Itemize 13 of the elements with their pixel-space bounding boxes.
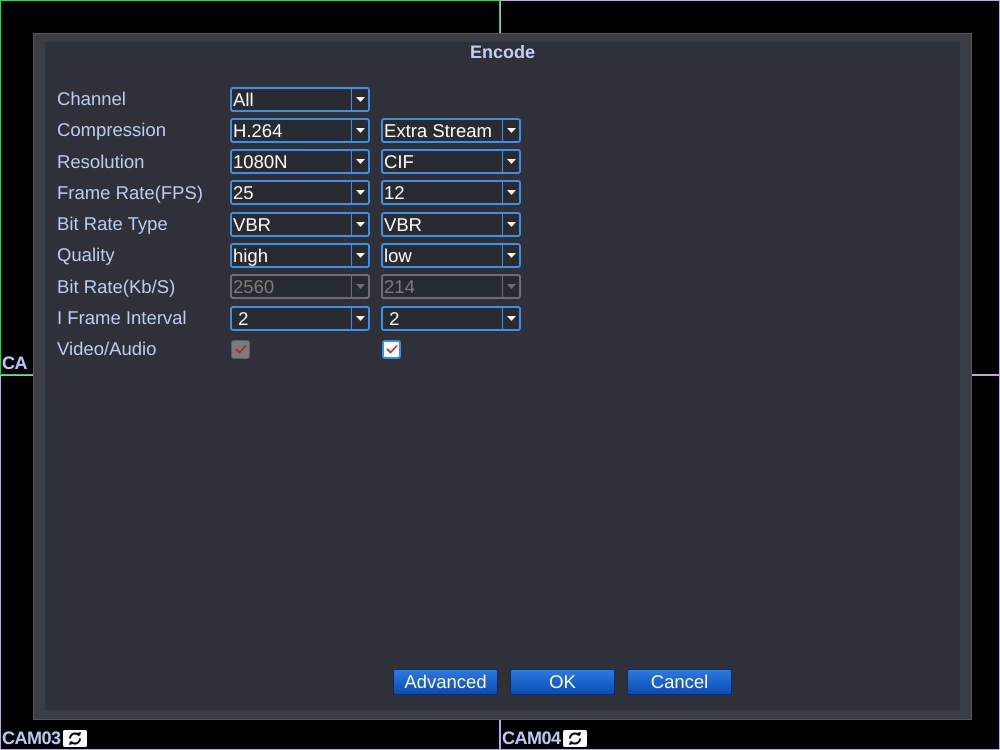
camera-label: CAM04 xyxy=(502,728,561,748)
camera-label: CA xyxy=(2,353,27,373)
field-label: Bit Rate(Kb/S) xyxy=(57,276,176,298)
camera-label: CAM03 xyxy=(2,728,61,748)
field-label: I Frame Interval xyxy=(57,307,188,330)
field-label: Channel xyxy=(57,88,127,110)
dialog-title: Encode xyxy=(470,42,535,62)
field-label: Frame Rate(FPS) xyxy=(57,182,204,204)
field-label: Compression xyxy=(57,119,167,142)
field-label: Quality xyxy=(57,244,116,266)
field-label: Bit Rate Type xyxy=(57,213,169,236)
field-label: Resolution xyxy=(57,150,146,173)
field-label: Video/Audio xyxy=(57,338,158,360)
